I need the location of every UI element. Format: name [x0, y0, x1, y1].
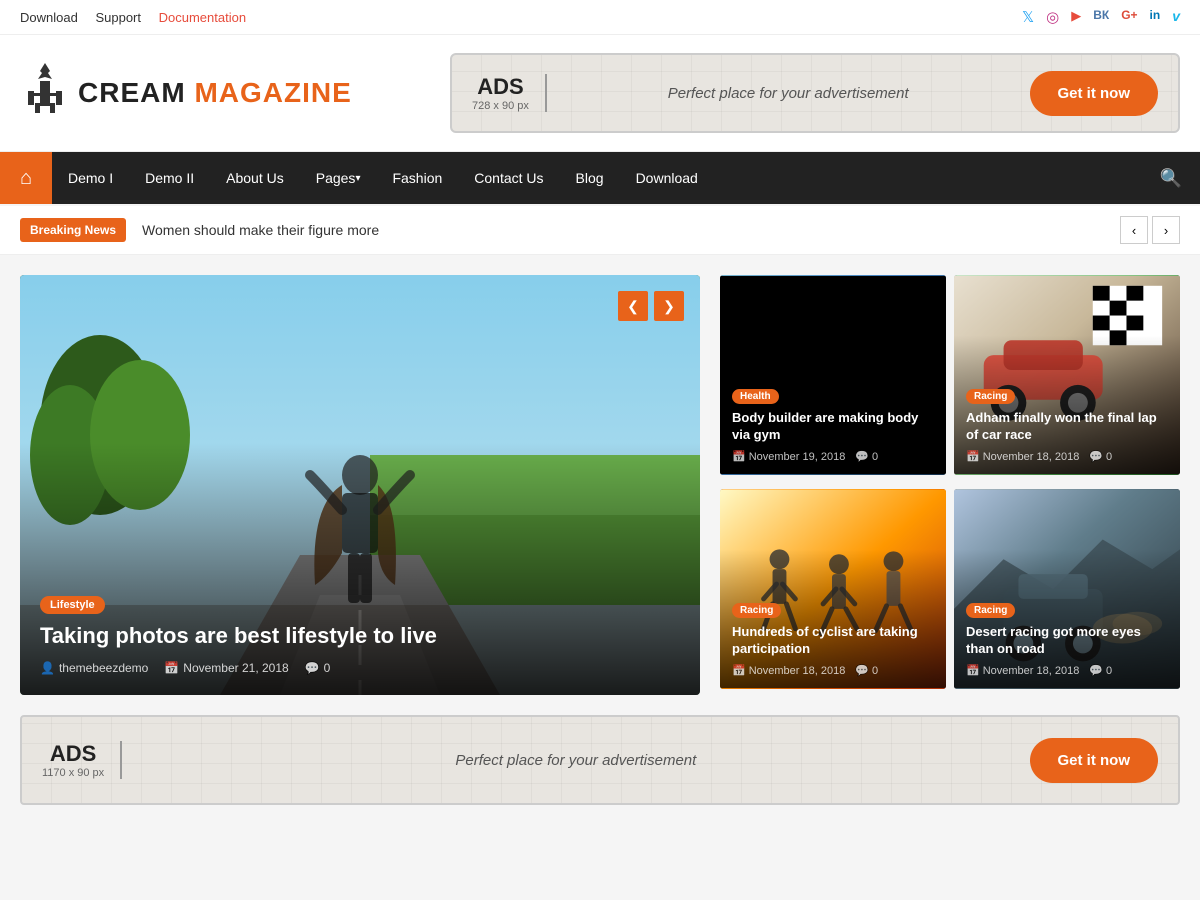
side-grid: Health Body builder are making body via …	[720, 275, 1180, 695]
header-ad-button[interactable]: Get it now	[1030, 71, 1159, 116]
featured-meta: 👤 themebeezdemo 📅 November 21, 2018 💬 0	[40, 661, 680, 675]
breaking-news-text: Women should make their figure more	[142, 222, 1120, 238]
bottom-ad-banner: ADS 1170 x 90 px Perfect place for your …	[20, 715, 1180, 805]
side-card-2-comments: 💬 0	[855, 664, 878, 677]
nav-item-demo1[interactable]: Demo I	[52, 152, 129, 204]
side-card-2-category: Racing	[732, 603, 781, 618]
bottom-ad-size: 1170 x 90 px	[42, 767, 104, 779]
googleplus-icon[interactable]: G+	[1121, 8, 1137, 26]
ad-info: ADS 728 x 90 px	[472, 74, 547, 112]
side-card-0-category: Health	[732, 389, 779, 404]
featured-author: 👤 themebeezdemo	[40, 661, 148, 675]
side-card-2[interactable]: Racing Hundreds of cyclist are taking pa…	[720, 489, 946, 689]
side-card-0-meta: 📅 November 19, 2018 💬 0	[732, 450, 934, 463]
logo-magazine: MAGAZINE	[194, 77, 351, 108]
side-card-2-meta: 📅 November 18, 2018 💬 0	[732, 664, 934, 677]
side-card-1-content: Racing Adham finally won the final lap o…	[954, 374, 1180, 475]
side-card-3-title: Desert racing got more eyes than on road	[966, 624, 1168, 658]
side-card-3[interactable]: Racing Desert racing got more eyes than …	[954, 489, 1180, 689]
side-card-1[interactable]: Racing Adham finally won the final lap o…	[954, 275, 1180, 475]
logo-cream: CREAM	[78, 77, 186, 108]
side-card-1-comments: 💬 0	[1089, 450, 1112, 463]
breaking-news-next-button[interactable]: ›	[1152, 216, 1180, 244]
nav-items: Demo I Demo II About Us Pages Fashion Co…	[52, 152, 1142, 204]
nav-item-about[interactable]: About Us	[210, 152, 300, 204]
side-card-3-category: Racing	[966, 603, 1015, 618]
side-card-2-date: 📅 November 18, 2018	[732, 664, 845, 677]
topbar-documentation-link[interactable]: Documentation	[159, 10, 246, 25]
breaking-news-prev-button[interactable]: ‹	[1120, 216, 1148, 244]
featured-next-button[interactable]: ❯	[654, 291, 684, 321]
ad-tagline: Perfect place for your advertisement	[547, 85, 1030, 102]
featured-nav: ❮ ❯	[618, 291, 684, 321]
featured-comments: 💬 0	[305, 661, 331, 675]
bottom-ad-info: ADS 1170 x 90 px	[42, 741, 122, 779]
vk-icon[interactable]: ВК	[1093, 8, 1109, 26]
ad-label: ADS	[477, 74, 523, 100]
nav-item-blog[interactable]: Blog	[560, 152, 620, 204]
vimeo-icon[interactable]: v	[1172, 8, 1180, 26]
side-card-2-title: Hundreds of cyclist are taking participa…	[732, 624, 934, 658]
side-card-0-comments: 💬 0	[855, 450, 878, 463]
featured-content: Lifestyle Taking photos are best lifesty…	[20, 575, 700, 695]
side-card-3-content: Racing Desert racing got more eyes than …	[954, 588, 1180, 689]
nav-item-pages[interactable]: Pages	[300, 152, 377, 204]
logo-icon	[20, 61, 70, 126]
bottom-ad-label: ADS	[50, 741, 96, 767]
side-card-0-content: Health Body builder are making body via …	[720, 374, 946, 475]
logo-text: CREAM MAGAZINE	[78, 77, 352, 109]
side-card-1-title: Adham finally won the final lap of car r…	[966, 410, 1168, 444]
bottom-ad-button[interactable]: Get it now	[1030, 738, 1159, 783]
linkedin-icon[interactable]: in	[1150, 8, 1161, 26]
side-card-0[interactable]: Health Body builder are making body via …	[720, 275, 946, 475]
topbar-download-link[interactable]: Download	[20, 10, 78, 25]
featured-category-badge: Lifestyle	[40, 596, 105, 614]
main-nav: ⌂ Demo I Demo II About Us Pages Fashion …	[0, 152, 1200, 204]
logo[interactable]: CREAM MAGAZINE	[20, 61, 352, 126]
instagram-icon[interactable]: ◎	[1046, 8, 1059, 26]
nav-home-button[interactable]: ⌂	[0, 152, 52, 204]
featured-date: 📅 November 21, 2018	[164, 661, 288, 675]
ad-size: 728 x 90 px	[472, 100, 529, 112]
breaking-news-bar: Breaking News Women should make their fi…	[0, 206, 1200, 255]
nav-item-contact[interactable]: Contact Us	[458, 152, 559, 204]
header-ad-banner: ADS 728 x 90 px Perfect place for your a…	[450, 53, 1180, 133]
main-content: ❮ ❯ Lifestyle Taking photos are best lif…	[0, 255, 1200, 715]
side-card-0-date: 📅 November 19, 2018	[732, 450, 845, 463]
nav-item-demo2[interactable]: Demo II	[129, 152, 210, 204]
youtube-icon[interactable]: ▶	[1071, 8, 1081, 26]
side-card-1-meta: 📅 November 18, 2018 💬 0	[966, 450, 1168, 463]
side-card-3-meta: 📅 November 18, 2018 💬 0	[966, 664, 1168, 677]
topbar-links: Download Support Documentation	[20, 10, 260, 25]
topbar-support-link[interactable]: Support	[95, 10, 141, 25]
nav-item-fashion[interactable]: Fashion	[376, 152, 458, 204]
featured-prev-button[interactable]: ❮	[618, 291, 648, 321]
side-card-3-date: 📅 November 18, 2018	[966, 664, 1079, 677]
side-card-0-title: Body builder are making body via gym	[732, 410, 934, 444]
nav-item-download[interactable]: Download	[620, 152, 714, 204]
nav-search-button[interactable]: 🔍	[1142, 152, 1200, 204]
breaking-news-badge: Breaking News	[20, 218, 126, 242]
featured-title: Taking photos are best lifestyle to live	[40, 622, 680, 651]
bottom-ad-tagline: Perfect place for your advertisement	[122, 752, 1029, 769]
side-card-1-date: 📅 November 18, 2018	[966, 450, 1079, 463]
side-card-1-category: Racing	[966, 389, 1015, 404]
side-card-3-comments: 💬 0	[1089, 664, 1112, 677]
topbar: Download Support Documentation 𝕏 ◎ ▶ ВК …	[0, 0, 1200, 35]
header: CREAM MAGAZINE ADS 728 x 90 px Perfect p…	[0, 35, 1200, 152]
breaking-news-nav: ‹ ›	[1120, 216, 1180, 244]
side-card-2-content: Racing Hundreds of cyclist are taking pa…	[720, 588, 946, 689]
topbar-social: 𝕏 ◎ ▶ ВК G+ in v	[1022, 8, 1180, 26]
twitter-icon[interactable]: 𝕏	[1022, 8, 1034, 26]
featured-article[interactable]: ❮ ❯ Lifestyle Taking photos are best lif…	[20, 275, 700, 695]
